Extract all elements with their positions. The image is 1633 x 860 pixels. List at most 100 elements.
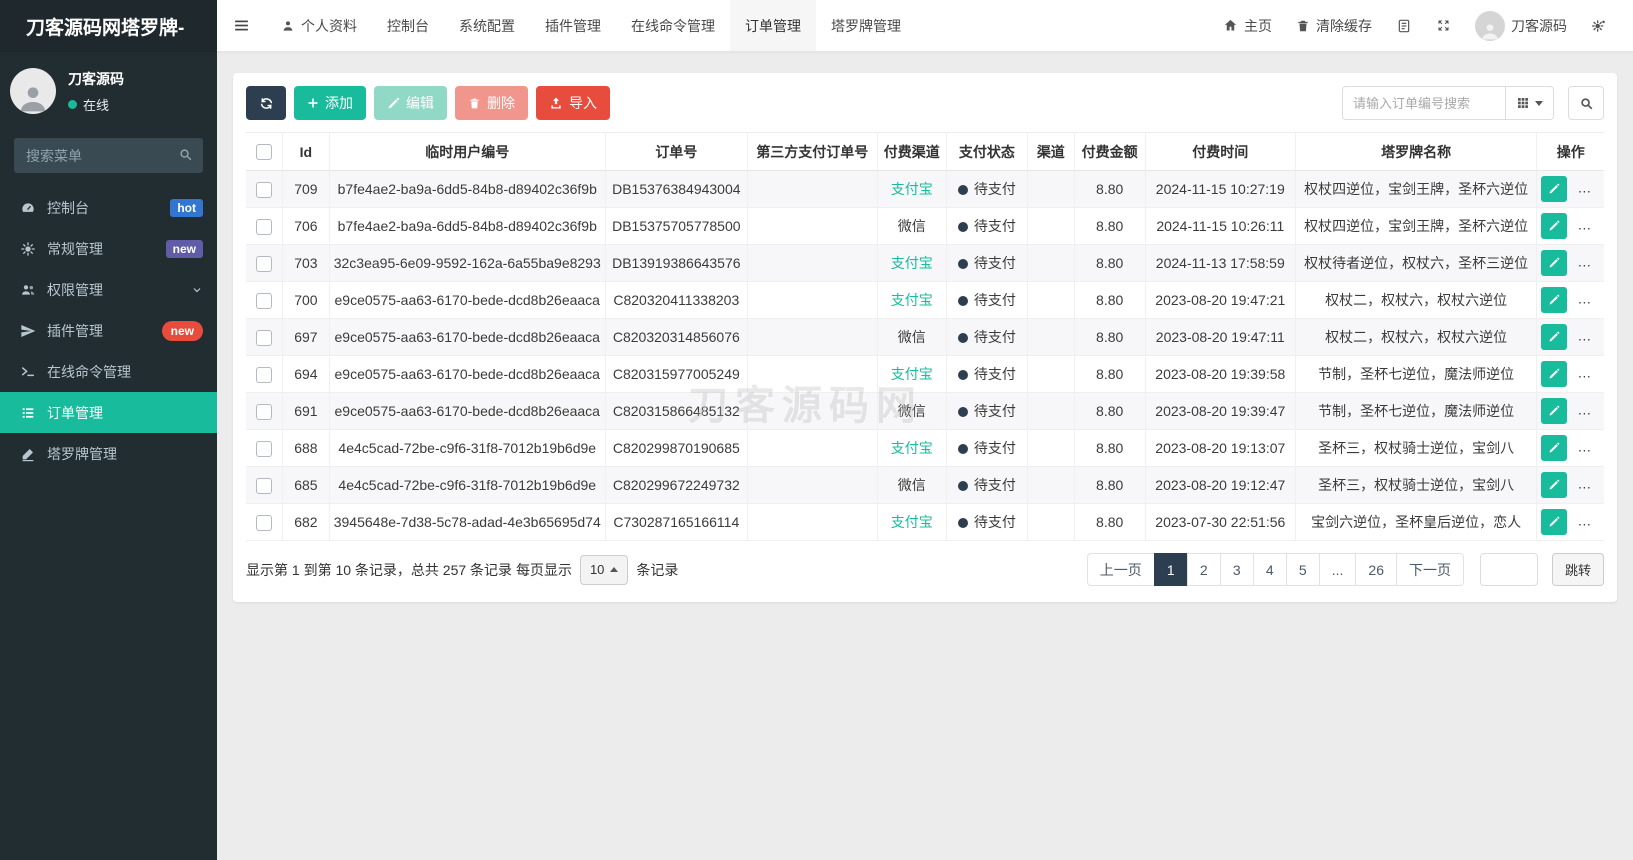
status-dot-icon [957, 259, 968, 269]
select-all-checkbox[interactable] [256, 144, 273, 161]
row-checkbox[interactable] [256, 329, 273, 346]
sidebar-item-general[interactable]: 常规管理 new [0, 228, 217, 269]
refresh-button[interactable] [246, 86, 286, 120]
page-button-26[interactable]: 26 [1355, 553, 1397, 586]
page-button-1[interactable]: 1 [1153, 553, 1188, 586]
row-checkbox[interactable] [256, 514, 273, 531]
row-edit-button[interactable] [1541, 398, 1568, 424]
row-edit-button[interactable] [1541, 250, 1568, 276]
cell-pay-channel: 支付宝 [877, 244, 947, 282]
status-dot-icon [957, 222, 968, 232]
cell-id: 706 [282, 207, 330, 245]
row-checkbox[interactable] [256, 218, 273, 235]
row-delete-button[interactable] [1577, 398, 1604, 424]
import-button[interactable]: 导入 [536, 86, 610, 120]
cell-tarot-name: 权杖二，权杖六，权杖六逆位 [1295, 318, 1538, 356]
nav-item-label: 个人资料 [301, 17, 357, 34]
add-button[interactable]: 添加 [294, 86, 366, 120]
row-delete-button[interactable] [1577, 250, 1604, 276]
order-search-input[interactable] [1342, 86, 1506, 120]
sidebar-item-orders[interactable]: 订单管理 [0, 392, 217, 433]
page-button-4[interactable]: 4 [1252, 553, 1287, 586]
nav-tarot[interactable]: 塔罗牌管理 [816, 0, 916, 51]
next-page-button[interactable]: 下一页 [1395, 553, 1464, 586]
nav-plugins[interactable]: 插件管理 [530, 0, 616, 51]
row-delete-button[interactable] [1577, 509, 1604, 535]
sidebar-item-tarot[interactable]: 塔罗牌管理 [0, 433, 217, 474]
settings-button[interactable] [1579, 18, 1619, 34]
cell-id: 682 [282, 503, 330, 541]
cell-pay-status: 待支付 [946, 355, 1028, 393]
row-delete-button[interactable] [1577, 213, 1604, 239]
orders-table: Id 临时用户编号 订单号 第三方支付订单号 付费渠道 支付状态 渠道 付费金额… [246, 132, 1604, 541]
cell-temp-user-no: 32c3ea95-6e09-9592-162a-6a55ba9e8293 [329, 244, 606, 282]
row-select-cell [246, 392, 284, 430]
nav-orders[interactable]: 订单管理 [730, 0, 816, 51]
sidebar-item-plugins[interactable]: 插件管理 new [0, 310, 217, 351]
sidebar-item-dashboard[interactable]: 控制台 hot [0, 187, 217, 228]
row-edit-button[interactable] [1541, 361, 1568, 387]
row-select-cell [246, 429, 284, 467]
page-button-2[interactable]: 2 [1186, 553, 1221, 586]
row-delete-button[interactable] [1577, 361, 1604, 387]
row-edit-button[interactable] [1541, 213, 1568, 239]
page-button-5[interactable]: 5 [1285, 553, 1320, 586]
nav-profile[interactable]: 个人资料 [266, 0, 372, 51]
topbar-user[interactable]: 刀客源码 [1463, 10, 1579, 41]
page-size-value: 10 [589, 562, 605, 577]
row-checkbox[interactable] [256, 181, 273, 198]
sidebar-item-permissions[interactable]: 权限管理 [0, 269, 217, 310]
row-edit-button[interactable] [1541, 509, 1568, 535]
topbar-username: 刀客源码 [1511, 17, 1567, 34]
nav-online-commands[interactable]: 在线命令管理 [616, 0, 730, 51]
docs-icon-button[interactable] [1384, 18, 1424, 34]
nav-item-label: 在线命令管理 [631, 17, 715, 34]
topbar: 个人资料 控制台 系统配置 插件管理 在线命令管理 订单管理 塔罗牌管理 主页 … [217, 0, 1633, 52]
edit-button[interactable]: 编辑 [374, 86, 447, 120]
row-edit-button[interactable] [1541, 472, 1568, 498]
jump-button[interactable]: 跳转 [1551, 553, 1604, 586]
cell-tarot-name: 权杖四逆位，宝剑王牌，圣杯六逆位 [1295, 170, 1538, 208]
row-checkbox[interactable] [256, 255, 273, 272]
prev-page-button[interactable]: 上一页 [1086, 553, 1155, 586]
sidebar-search-input[interactable] [14, 138, 203, 173]
cell-tarot-name: 节制，圣杯七逆位，魔法师逆位 [1295, 392, 1538, 430]
page-size-dropdown[interactable]: 10 [579, 554, 629, 585]
cell-order-no: DB13919386643576 [605, 244, 748, 282]
row-edit-button[interactable] [1541, 324, 1568, 350]
page-ellipsis[interactable]: ... [1318, 553, 1357, 586]
nav-system-config[interactable]: 系统配置 [444, 0, 530, 51]
cell-actions [1536, 392, 1604, 430]
row-checkbox[interactable] [256, 366, 273, 383]
row-select-cell [246, 466, 284, 504]
page-button-3[interactable]: 3 [1219, 553, 1254, 586]
cell-pay-channel: 支付宝 [877, 429, 947, 467]
cell-actions [1536, 355, 1604, 393]
row-checkbox[interactable] [256, 292, 273, 309]
sidebar-item-online-commands[interactable]: 在线命令管理 [0, 351, 217, 392]
columns-dropdown-button[interactable] [1506, 86, 1554, 120]
nav-clear-cache[interactable]: 清除缓存 [1284, 16, 1384, 36]
row-edit-button[interactable] [1541, 287, 1568, 313]
cell-order-no: C820315866485132 [605, 392, 748, 430]
row-delete-button[interactable] [1577, 176, 1604, 202]
search-button[interactable] [1568, 86, 1604, 120]
row-delete-button[interactable] [1577, 324, 1604, 350]
row-checkbox[interactable] [256, 440, 273, 457]
row-delete-button[interactable] [1577, 435, 1604, 461]
row-checkbox[interactable] [256, 477, 273, 494]
nav-home[interactable]: 主页 [1211, 16, 1284, 36]
fullscreen-button[interactable] [1424, 18, 1463, 33]
row-edit-button[interactable] [1541, 176, 1568, 202]
nav-item-label: 塔罗牌管理 [831, 17, 901, 34]
delete-button[interactable]: 删除 [455, 86, 528, 120]
row-checkbox[interactable] [256, 403, 273, 420]
row-delete-button[interactable] [1577, 472, 1604, 498]
cell-channel [1027, 281, 1075, 319]
cell-order-no: C730287165166114 [605, 503, 748, 541]
hamburger-icon[interactable] [217, 0, 266, 51]
jump-page-input[interactable] [1479, 553, 1538, 586]
nav-dashboard[interactable]: 控制台 [372, 0, 444, 51]
row-edit-button[interactable] [1541, 435, 1568, 461]
row-delete-button[interactable] [1577, 287, 1604, 313]
